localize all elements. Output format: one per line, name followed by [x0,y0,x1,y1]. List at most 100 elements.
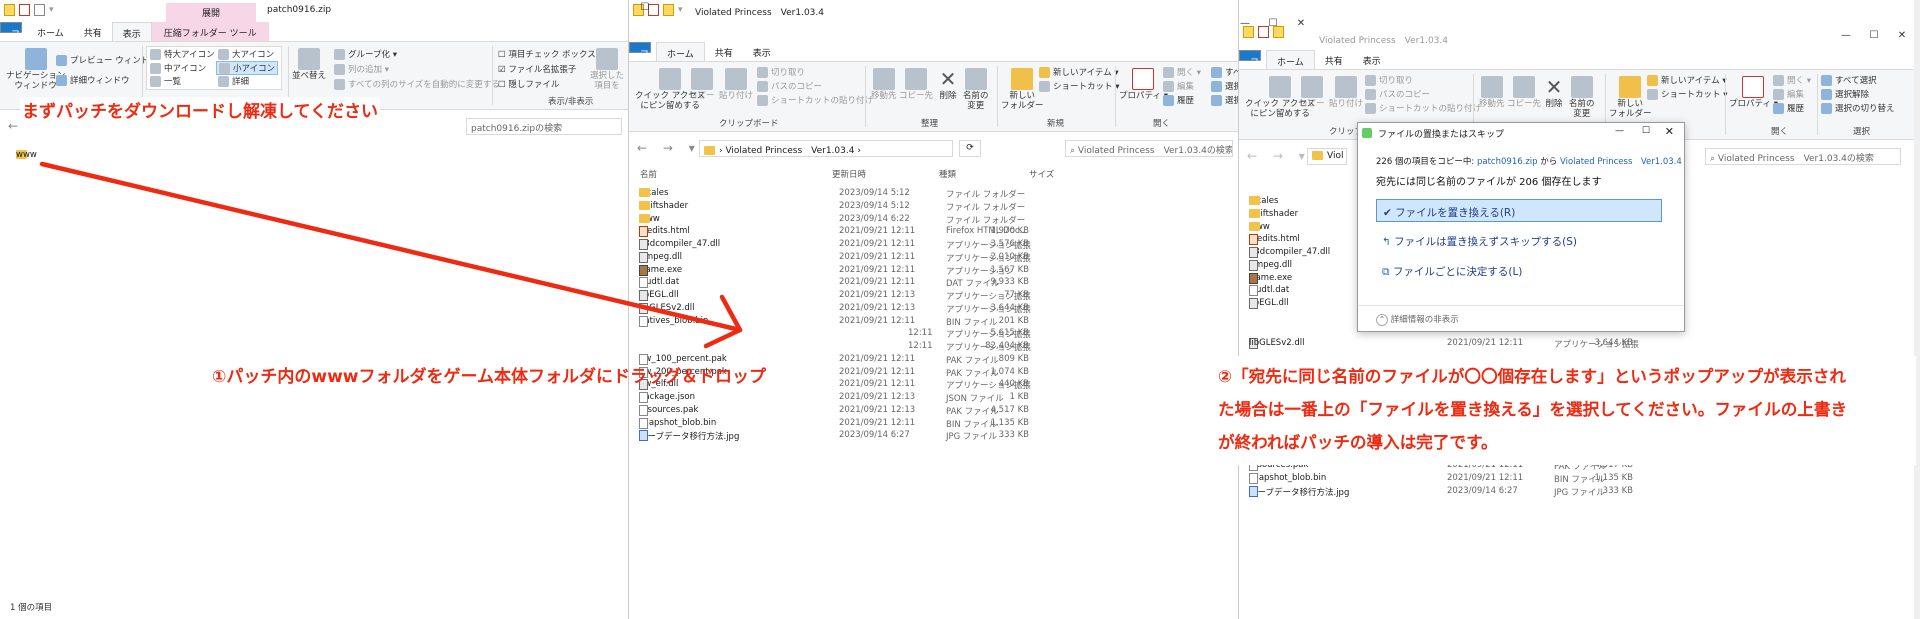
paste-button[interactable]: 貼り付け [1329,76,1363,110]
replace-files-option[interactable]: ✔ ファイルを置き換える(R) [1376,199,1662,222]
table-row[interactable]: snapshot_blob.bin 2021/09/21 12:11 BIN ファイ… [1239,472,1920,486]
select-all-button[interactable]: すべ [1211,66,1238,78]
tab-view[interactable]: 表示 [743,42,781,61]
minimize-button[interactable]: — [1832,30,1860,41]
open-button[interactable]: 開く ▾ [1773,74,1811,86]
search-input[interactable]: ⌕ Violated Princess Ver1.03.4の検索 [1705,148,1901,165]
paste-shortcut-button[interactable]: ショートカットの貼り付け [1365,102,1481,114]
tab-file[interactable]: ファイル [629,42,676,60]
view-s-icons[interactable]: 小アイコン [216,61,279,75]
table-row[interactable]: www 2023/09/14 6:22 ファイル フォルダー [629,213,1238,227]
table-row[interactable]: resources.pak 2021/09/21 12:13 PAK ファイル 4,5… [629,404,1238,418]
col-size[interactable]: サイズ [1029,168,1054,180]
move-to-button[interactable]: 移動先 [871,68,897,102]
copy-path-button[interactable]: パスのコピー [1365,88,1430,100]
shortcut-button[interactable]: ショートカット ▾ [1039,80,1119,92]
qat-dropdown-icon[interactable]: ▾ [678,5,683,15]
decide-each-option[interactable]: ⧉ ファイルごとに決定する(L) [1376,259,1662,282]
copy-to-button[interactable]: コピー先 [1507,76,1541,110]
paste-shortcut-button[interactable]: ショートカットの貼り付け [757,94,873,106]
details-pane-button[interactable]: 詳細ウィンドウ [56,74,130,86]
copy-button[interactable]: コピー [689,68,715,102]
tab-share[interactable]: 共有 [1315,50,1353,69]
maximize-button[interactable]: ☐ [631,2,659,13]
maximize-button[interactable]: ☐ [1642,126,1650,136]
close-button[interactable]: ✕ [1888,30,1916,41]
close-button[interactable]: ✕ [1665,125,1674,138]
table-row[interactable]: 12:11 アプリケーション拡張 5,615 KB [629,328,1238,341]
move-to-button[interactable]: 移動先 [1479,76,1505,110]
new-folder-button[interactable]: 新しい フォルダー [1001,68,1044,112]
hidden-files-toggle[interactable]: ☐ 隠しファイル [498,78,559,90]
cut-button[interactable]: 切り取り [1365,74,1413,86]
view-l-icons[interactable]: 大アイコン [218,48,274,60]
paste-button[interactable]: 貼り付け [719,68,753,102]
col-type[interactable]: 種類 [939,168,956,180]
cut-button[interactable]: 切り取り [757,66,805,78]
sort-button[interactable]: 並べ替え [292,48,326,82]
path-input[interactable]: › Violated Princess Ver1.03.4 › [699,140,953,157]
fit-columns-button[interactable]: すべての列のサイズを自動的に変更する [334,78,500,90]
select-none-button[interactable]: 選択解除 [1821,88,1869,100]
table-row[interactable]: snapshot_blob.bin 2021/09/21 12:11 BIN ファイ… [629,417,1238,431]
tab-file[interactable]: ファイル [0,22,47,40]
view-details[interactable]: 詳細 [218,75,249,87]
table-row[interactable]: libEGL.dll 2021/09/21 12:13 アプリケーション拡張 77 K… [629,290,1238,303]
edit-button[interactable]: 編集 [1773,88,1804,100]
table-row[interactable]: credits.html 2021/09/21 12:11 Firefox HTML… [629,226,1238,239]
tab-view[interactable]: 表示 [1353,50,1391,69]
less-details-button[interactable]: ⌃ 詳細情報の非表示 [1376,314,1459,326]
delete-button[interactable]: ✕ 削除 [1543,76,1565,110]
refresh-button[interactable]: ⟳ [959,140,981,157]
edit-button[interactable]: 編集 [1163,80,1194,92]
tab-compressed-tools[interactable]: 圧縮フォルダー ツール [151,22,269,41]
new-item-button[interactable]: 新しいアイテム ▾ [1039,66,1119,78]
new-folder-icon[interactable] [1273,26,1284,38]
table-row[interactable]: 12:11 アプリケーション拡張 82,404 KB [629,341,1238,354]
new-item-button[interactable]: 新しいアイテム ▾ [1647,74,1727,86]
properties-icon[interactable] [1258,26,1269,38]
select-invert-button[interactable]: 選択の切り替え [1821,102,1895,114]
hide-selected-button[interactable]: 選択した 項目を [590,48,624,92]
tab-home[interactable]: ホーム [656,42,705,61]
copy-path-button[interactable]: パスのコピー [757,80,822,92]
table-row[interactable]: swiftshader 2023/09/14 5:12 ファイル フォルダー [629,200,1238,214]
skip-files-option[interactable]: ↰ ファイルは置き換えずスキップする(S) [1376,229,1662,252]
tab-home[interactable]: ホーム [27,22,74,41]
shortcut-button[interactable]: ショートカット ▾ [1647,88,1727,100]
table-row[interactable]: libGLESv2.dll 2021/09/21 12:11 アプリケーション拡… [1239,338,1920,351]
view-m-icons[interactable]: 中アイコン [150,62,206,74]
table-row[interactable]: Game.exe 2021/09/21 12:11 アプリケーション 1,567 KB [629,264,1238,278]
tab-home[interactable]: ホーム [1266,50,1315,69]
view-xl-icons[interactable]: 特大アイコン [150,48,215,60]
new-folder-icon[interactable] [663,4,674,16]
new-folder-button[interactable]: 新しい フォルダー [1609,76,1652,120]
scrollbar[interactable] [1914,0,1920,619]
table-row[interactable]: セーブデータ移行方法.jpg 2023/09/14 6:27 JPG ファイル 333… [629,430,1238,443]
tab-view[interactable]: 表示 [111,22,152,41]
table-row[interactable]: locales 2023/09/14 5:12 ファイル フォルダー [629,188,1238,201]
table-row[interactable]: natives_blob.bin 2021/09/21 12:11 BIN ファイル… [629,315,1238,329]
table-row[interactable]: ffmpeg.dll 2021/09/21 12:11 アプリケーション拡張 2,01… [629,251,1238,265]
table-row[interactable]: icudtl.dat 2021/09/21 12:11 DAT ファイル 9,933 … [629,277,1238,290]
properties-icon[interactable] [19,4,30,16]
extension-toggle[interactable]: ☑ ファイル名拡張子 [498,63,576,75]
view-list[interactable]: 一覧 [150,75,181,87]
tab-share[interactable]: 共有 [705,42,743,61]
search-input[interactable]: ⌕ Violated Princess Ver1.03.4の検索 [1065,140,1233,157]
search-input[interactable]: patch0916.zipの検索 [466,118,622,135]
qat-dropdown-icon[interactable]: ▾ [49,5,54,15]
tab-share[interactable]: 共有 [74,22,112,41]
rename-button[interactable]: 名前の 変更 [1569,76,1595,120]
tab-file[interactable]: ファイル [1239,50,1286,68]
delete-button[interactable]: ✕ 削除 [937,68,959,102]
minimize-button[interactable]: — [1615,126,1624,136]
rename-button[interactable]: 名前の 変更 [963,68,989,112]
select-all-button[interactable]: すべて選択 [1821,74,1877,86]
copy-button[interactable]: コピー [1299,76,1325,110]
table-row[interactable]: libGLESv2.dll 2021/09/21 12:13 アプリケーション拡張 3… [629,302,1238,316]
history-button[interactable]: 履歴 [1773,102,1804,114]
item-checkbox-toggle[interactable]: ☐ 項目チェック ボックス [498,48,596,60]
table-row[interactable]: package.json 2021/09/21 12:13 JSON ファイル 1 K… [629,392,1238,405]
add-column-button[interactable]: 列の追加 ▾ [334,63,389,75]
